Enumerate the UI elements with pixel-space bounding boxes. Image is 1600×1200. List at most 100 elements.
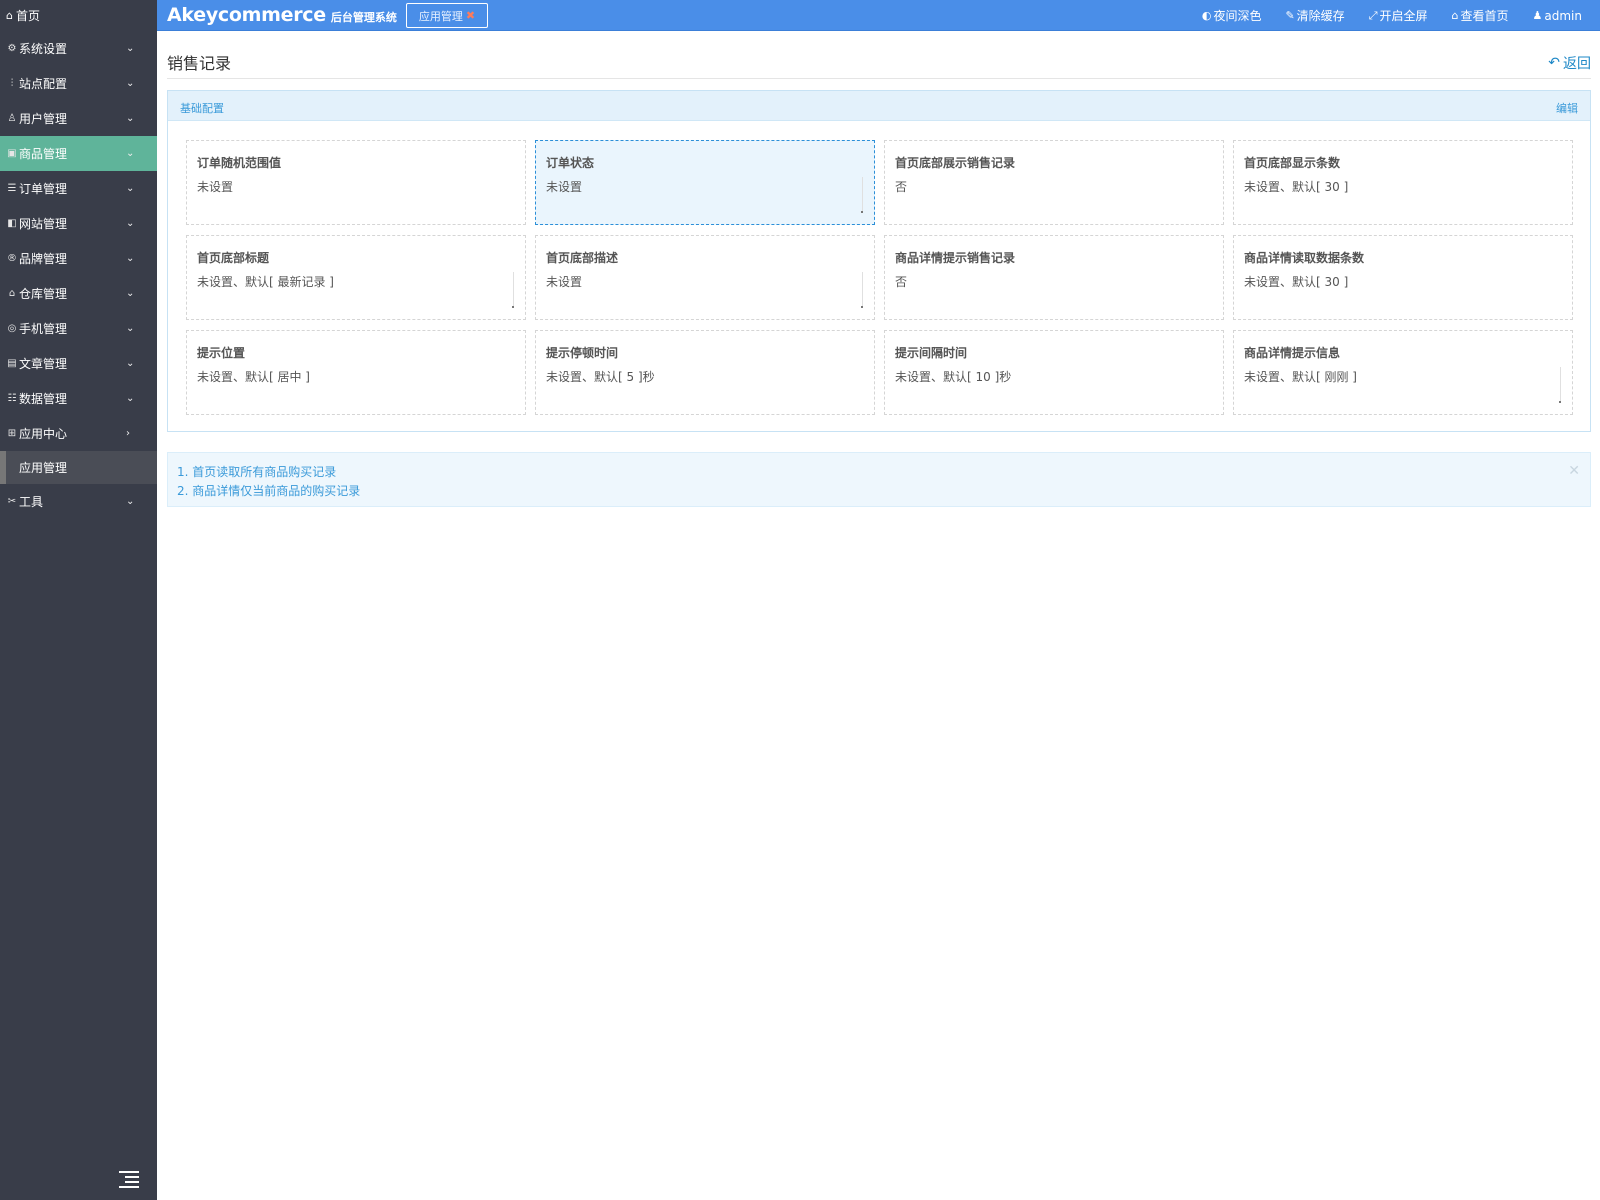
config-card[interactable]: 首页底部显示条数 未设置、默认[ 30 ]	[1233, 140, 1573, 225]
chevron-icon: ⌄	[126, 43, 135, 54]
sidebar-item[interactable]: ⚙ 系统设置 ⌄	[0, 31, 157, 66]
config-card-title: 商品详情提示销售记录	[895, 251, 1016, 265]
chevron-icon: ›	[126, 428, 130, 439]
sidebar-item-label: 数据管理	[19, 392, 68, 406]
sidebar-item[interactable]: ▣ 商品管理 ⌄	[0, 136, 157, 171]
config-card-title: 提示停顿时间	[546, 346, 619, 360]
back-button[interactable]: ↶ 返回	[1548, 53, 1591, 73]
config-card[interactable]: 首页底部描述 未设置	[535, 235, 875, 320]
sidebar-item[interactable]: ♙ 用户管理 ⌄	[0, 101, 157, 136]
config-card-value: 未设置	[546, 275, 583, 289]
sidebar-item-tools[interactable]: ✂ 工具 ⌄	[0, 484, 157, 519]
sidebar-item[interactable]: ◎ 手机管理 ⌄	[0, 311, 157, 346]
close-icon[interactable]: ✖	[466, 9, 475, 22]
order-icon: ☰	[7, 183, 17, 194]
header-action-button[interactable]: ⌂ 查看首页	[1452, 7, 1509, 24]
mobile-icon: ◎	[7, 323, 17, 334]
resize-handle-icon	[512, 306, 514, 308]
config-card[interactable]: 订单状态 未设置	[535, 140, 875, 225]
edit-button[interactable]: 编辑	[1556, 100, 1578, 116]
header-action-button[interactable]: ✎ 清除缓存	[1285, 7, 1344, 24]
sidebar-item-label: 首页	[15, 9, 40, 23]
sidebar-item[interactable]: ▤ 文章管理 ⌄	[0, 346, 157, 381]
resize-handle-icon	[1559, 401, 1561, 403]
config-card-title: 首页底部标题	[197, 251, 270, 265]
config-card-value: 未设置、默认[ 30 ]	[1244, 180, 1349, 194]
chevron-icon: ⌄	[126, 183, 135, 194]
resize-grip	[862, 272, 863, 308]
header-action-label: admin	[1544, 8, 1582, 23]
panel-header: 基础配置 编辑	[168, 91, 1590, 121]
config-card-value: 未设置	[546, 180, 583, 194]
tab-app-management[interactable]: 应用管理 ✖	[406, 3, 488, 28]
config-card-value: 未设置、默认[ 5 ]秒	[546, 370, 655, 384]
config-card-title: 提示位置	[197, 346, 246, 360]
sidebar-item-label: 品牌管理	[19, 252, 68, 266]
config-card-value: 未设置、默认[ 最新记录 ]	[197, 275, 334, 289]
header-action-button[interactable]: ♟ admin	[1533, 9, 1582, 23]
chevron-icon: ⌄	[126, 323, 135, 334]
product-icon: ▣	[7, 148, 17, 159]
chevron-icon: ⌄	[126, 78, 135, 89]
config-card[interactable]: 提示停顿时间未设置、默认[ 5 ]秒	[535, 330, 875, 415]
page-title: 销售记录	[167, 54, 232, 73]
fullscreen-icon: ⤢	[1368, 8, 1378, 22]
home-icon: ⌂	[1451, 9, 1459, 22]
sidebar-subitem-app-management[interactable]: 应用管理	[0, 451, 157, 484]
site-icon: ◧	[7, 218, 17, 229]
apps-icon: ⊞	[7, 428, 17, 439]
config-card[interactable]: 订单随机范围值 未设置	[186, 140, 526, 225]
config-card-title: 提示间隔时间	[895, 346, 968, 360]
sidebar-item[interactable]: ⌂ 仓库管理 ⌄	[0, 276, 157, 311]
warehouse-icon: ⌂	[8, 288, 16, 299]
config-card[interactable]: 商品详情提示信息 未设置、默认[ 刚刚 ]	[1233, 330, 1573, 415]
sidebar-item[interactable]: ◧ 网站管理 ⌄	[0, 206, 157, 241]
sidebar-item-home[interactable]: ⌂ 首页	[0, 0, 157, 31]
config-panel: 基础配置 编辑 订单随机范围值 未设置 订单状态 未设置 首页底部展示销售记录否首页底部…	[167, 90, 1591, 432]
tab-label: 应用管理	[418, 9, 463, 23]
brand-name: Akeycommerce	[167, 4, 326, 26]
home-icon: ⌂	[6, 9, 13, 22]
sidebar-item-label: 应用中心	[19, 427, 68, 441]
config-card[interactable]: 商品详情提示销售记录否	[884, 235, 1224, 320]
header-actions: ◐ 夜间深色 ✎ 清除缓存 ⤢ 开启全屏 ⌂ 查看首页 ♟ admin	[1202, 0, 1600, 31]
sidebar-item[interactable]: ⊞ 应用中心 ›	[0, 416, 157, 451]
back-arrow-icon: ↶	[1548, 55, 1560, 71]
config-card-value: 未设置、默认[ 30 ]	[1244, 275, 1349, 289]
sidebar-item[interactable]: ☰ 订单管理 ⌄	[0, 171, 157, 206]
sidebar-item[interactable]: ☷ 数据管理 ⌄	[0, 381, 157, 416]
sidebar-item-label: 网站管理	[19, 217, 68, 231]
config-card[interactable]: 提示间隔时间未设置、默认[ 10 ]秒	[884, 330, 1224, 415]
top-header: Akeycommerce 后台管理系统 应用管理 ✖ ◐ 夜间深色 ✎ 清除缓存 ⤢ 开启…	[157, 0, 1600, 31]
collapse-sidebar-icon[interactable]	[119, 1168, 139, 1188]
config-card-title: 订单随机范围值	[197, 156, 282, 170]
chevron-icon: ⌄	[126, 253, 135, 264]
config-card-title: 商品详情提示信息	[1244, 346, 1341, 360]
chevron-icon: ⌄	[126, 496, 135, 507]
sidebar-item-label: 工具	[19, 495, 44, 509]
config-card[interactable]: 提示位置 未设置、默认[ 居中 ]	[186, 330, 526, 415]
chevron-icon: ⌄	[126, 218, 135, 229]
config-card-value: 未设置	[197, 180, 234, 194]
header-action-label: 查看首页	[1460, 9, 1509, 23]
config-card-value: 未设置、默认[ 10 ]秒	[895, 370, 1012, 384]
sidebar-item-label: 订单管理	[19, 182, 68, 196]
page-header: 销售记录 ↶ 返回	[167, 31, 1591, 79]
header-action-label: 清除缓存	[1296, 9, 1345, 23]
notice-line: 2. 商品详情仅当前商品的购买记录	[177, 484, 361, 498]
sidebar-item-label: 站点配置	[19, 77, 68, 91]
database-icon: ☷	[7, 393, 17, 404]
config-card-value: 否	[895, 275, 908, 289]
config-card-value: 否	[895, 180, 908, 194]
resize-grip	[1560, 367, 1561, 403]
config-card[interactable]: 商品详情读取数据条数 未设置、默认[ 30 ]	[1233, 235, 1573, 320]
config-card[interactable]: 首页底部标题未设置、默认[ 最新记录 ]	[186, 235, 526, 320]
config-card-title: 首页底部展示销售记录	[895, 156, 1016, 170]
header-action-button[interactable]: ◐ 夜间深色	[1202, 7, 1262, 24]
config-card[interactable]: 首页底部展示销售记录否	[884, 140, 1224, 225]
header-action-button[interactable]: ⤢ 开启全屏	[1369, 7, 1428, 24]
sidebar-item[interactable]: ⫶ 站点配置 ⌄	[0, 66, 157, 101]
sidebar-item[interactable]: ® 品牌管理 ⌄	[0, 241, 157, 276]
sidebar-item-label: 用户管理	[19, 112, 68, 126]
close-icon[interactable]: ✕	[1568, 463, 1580, 479]
